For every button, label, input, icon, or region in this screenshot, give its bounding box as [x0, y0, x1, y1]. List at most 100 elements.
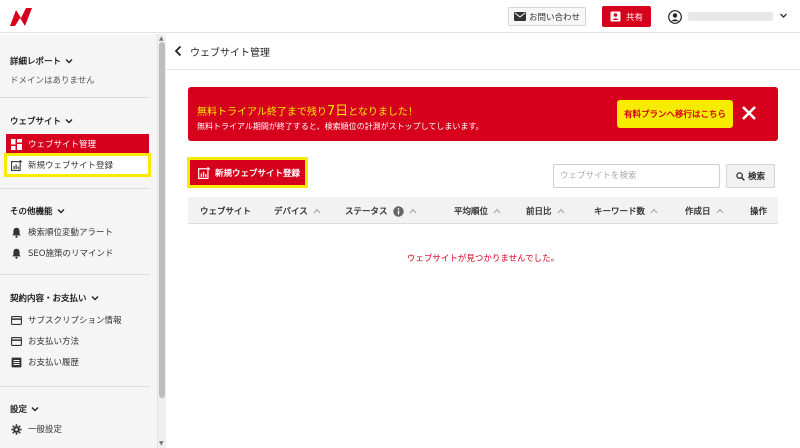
divider: [0, 386, 150, 387]
table-empty-message: ウェブサイトが見つかりませんでした。: [406, 254, 560, 264]
sidebar-item-label: ウェブサイト管理: [28, 140, 97, 150]
sidebar-item-payment-method[interactable]: お支払い方法: [6, 331, 149, 351]
scroll-down-arrow-icon[interactable]: ▼: [159, 440, 164, 447]
section-report-title: 詳細レポート: [10, 57, 62, 67]
divider: [0, 274, 150, 275]
column-header-actions: 操作: [750, 205, 767, 217]
no-domain-text: ドメインはありません: [10, 76, 95, 86]
card-icon: [11, 336, 22, 346]
section-website-title: ウェブサイト: [10, 117, 62, 127]
column-header-device[interactable]: デバイス: [274, 205, 321, 217]
website-search-input[interactable]: [553, 164, 720, 188]
trial-banner: 無料トライアル終了まで残り7日となりました！ 無料トライアル期間が終了すると、検…: [188, 87, 778, 141]
column-label: 平均順位: [454, 207, 489, 217]
column-label: 作成日: [685, 207, 711, 217]
add-chart-icon: [198, 166, 210, 179]
chevron-down-icon: [65, 59, 73, 64]
gear-icon: [11, 423, 22, 435]
banner-title-prefix: 無料トライアル終了まで残り: [197, 107, 327, 118]
sidebar-item-subscription[interactable]: サブスクリプション情報: [6, 310, 149, 330]
top-bar: お問い合わせ 共有: [0, 0, 800, 33]
section-other-title: その他機能: [10, 207, 53, 217]
column-header-status[interactable]: ステータス: [345, 205, 417, 217]
chevron-down-icon: [31, 407, 39, 412]
column-label: 操作: [750, 207, 768, 217]
new-website-label: 新規ウェブサイト登録: [215, 168, 301, 179]
search-button[interactable]: 検索: [726, 164, 775, 188]
mail-icon: [513, 12, 526, 21]
chevron-down-icon: [65, 119, 73, 124]
section-website-header[interactable]: ウェブサイト: [10, 115, 73, 127]
banner-subtitle: 無料トライアル期間が終了すると、検索順位の計測がストップしてしまいます。: [197, 122, 484, 131]
sidebar-item-website-management[interactable]: ウェブサイト管理: [6, 134, 149, 154]
search-button-label: 検索: [747, 172, 765, 182]
column-header-created-date[interactable]: 作成日: [685, 205, 724, 217]
sidebar-item-seo-reminder[interactable]: SEO施策のリマインド: [6, 243, 149, 263]
chevron-down-icon: [780, 13, 787, 18]
divider: [0, 97, 150, 98]
chevron-down-icon: [91, 296, 99, 301]
sort-up-icon: [557, 208, 564, 214]
page-title: ウェブサイト管理: [190, 48, 270, 59]
person-badge-icon: [610, 11, 621, 22]
sidebar-item-payment-history[interactable]: お支払い履歴: [6, 352, 149, 372]
column-label: ウェブサイト: [200, 207, 252, 217]
back-chevron-icon[interactable]: [174, 45, 183, 57]
bell-icon: [12, 227, 21, 238]
column-label: 前日比: [526, 207, 552, 217]
list-icon: [11, 357, 22, 367]
section-other-header[interactable]: その他機能: [10, 205, 65, 217]
section-settings-title: 設定: [10, 405, 28, 415]
column-label: デバイス: [274, 207, 308, 217]
website-table-header: ウェブサイト デバイス ステータス 平均順位 前日比 キーワード数 作成日 操作: [188, 197, 778, 224]
dashboard-icon: [11, 138, 22, 150]
divider: [0, 188, 150, 189]
column-header-website: ウェブサイト: [200, 205, 251, 217]
page-header: ウェブサイト管理: [166, 34, 800, 70]
sort-up-icon: [313, 208, 321, 214]
sort-up-icon: [409, 208, 416, 214]
sidebar-item-label: サブスクリプション情報: [28, 316, 122, 326]
search-icon: [736, 171, 745, 181]
section-report-header[interactable]: 詳細レポート: [10, 55, 73, 67]
info-icon[interactable]: [392, 205, 404, 217]
new-website-button[interactable]: 新規ウェブサイト登録: [190, 160, 305, 185]
sidebar-item-label: お支払い履歴: [28, 358, 80, 368]
column-header-day-change[interactable]: 前日比: [526, 205, 565, 217]
sort-up-icon: [493, 208, 501, 214]
sort-up-icon: [650, 208, 658, 214]
sidebar-item-label: SEO施策のリマインド: [28, 249, 114, 259]
column-label: ステータス: [345, 207, 388, 217]
close-icon[interactable]: [741, 105, 757, 121]
sidebar-item-general-settings[interactable]: 一般設定: [6, 419, 149, 439]
share-button[interactable]: 共有: [602, 6, 651, 27]
upgrade-plan-button[interactable]: 有料プランへ移行はこちら: [617, 100, 733, 128]
sidebar-item-rank-alert[interactable]: 検索順位変動アラート: [6, 222, 149, 242]
scrollbar-thumb[interactable]: [159, 42, 165, 398]
column-header-average-rank[interactable]: 平均順位: [454, 205, 501, 217]
column-label: キーワード数: [594, 207, 646, 217]
chevron-down-icon: [57, 209, 65, 214]
scroll-up-arrow-icon[interactable]: ▲: [159, 35, 164, 42]
sidebar-item-label: 一般設定: [28, 425, 63, 435]
add-chart-icon: [11, 159, 22, 171]
sort-up-icon: [716, 208, 723, 214]
bell-icon: [12, 248, 21, 259]
sidebar-item-label: お支払い方法: [28, 337, 80, 347]
contact-button[interactable]: お問い合わせ: [508, 7, 586, 26]
column-header-keyword-count[interactable]: キーワード数: [594, 205, 658, 217]
banner-title-suffix: となりました！: [348, 107, 418, 118]
section-billing-header[interactable]: 契約内容・お支払い: [10, 292, 99, 304]
sidebar-item-new-website[interactable]: 新規ウェブサイト登録: [4, 153, 151, 177]
section-billing-title: 契約内容・お支払い: [10, 294, 87, 304]
section-settings-header[interactable]: 設定: [10, 403, 39, 415]
sidebar-item-label: 検索順位変動アラート: [28, 228, 114, 238]
banner-title: 無料トライアル終了まで残り7日となりました！: [197, 100, 418, 119]
user-menu[interactable]: [668, 8, 792, 25]
banner-days: 7日: [326, 104, 349, 119]
app-logo[interactable]: [8, 6, 34, 28]
sidebar-item-label: 新規ウェブサイト登録: [28, 161, 114, 171]
contact-label: お問い合わせ: [528, 12, 580, 23]
avatar-icon: [668, 9, 682, 24]
sidebar-scrollbar[interactable]: ▲ ▼: [157, 34, 166, 448]
